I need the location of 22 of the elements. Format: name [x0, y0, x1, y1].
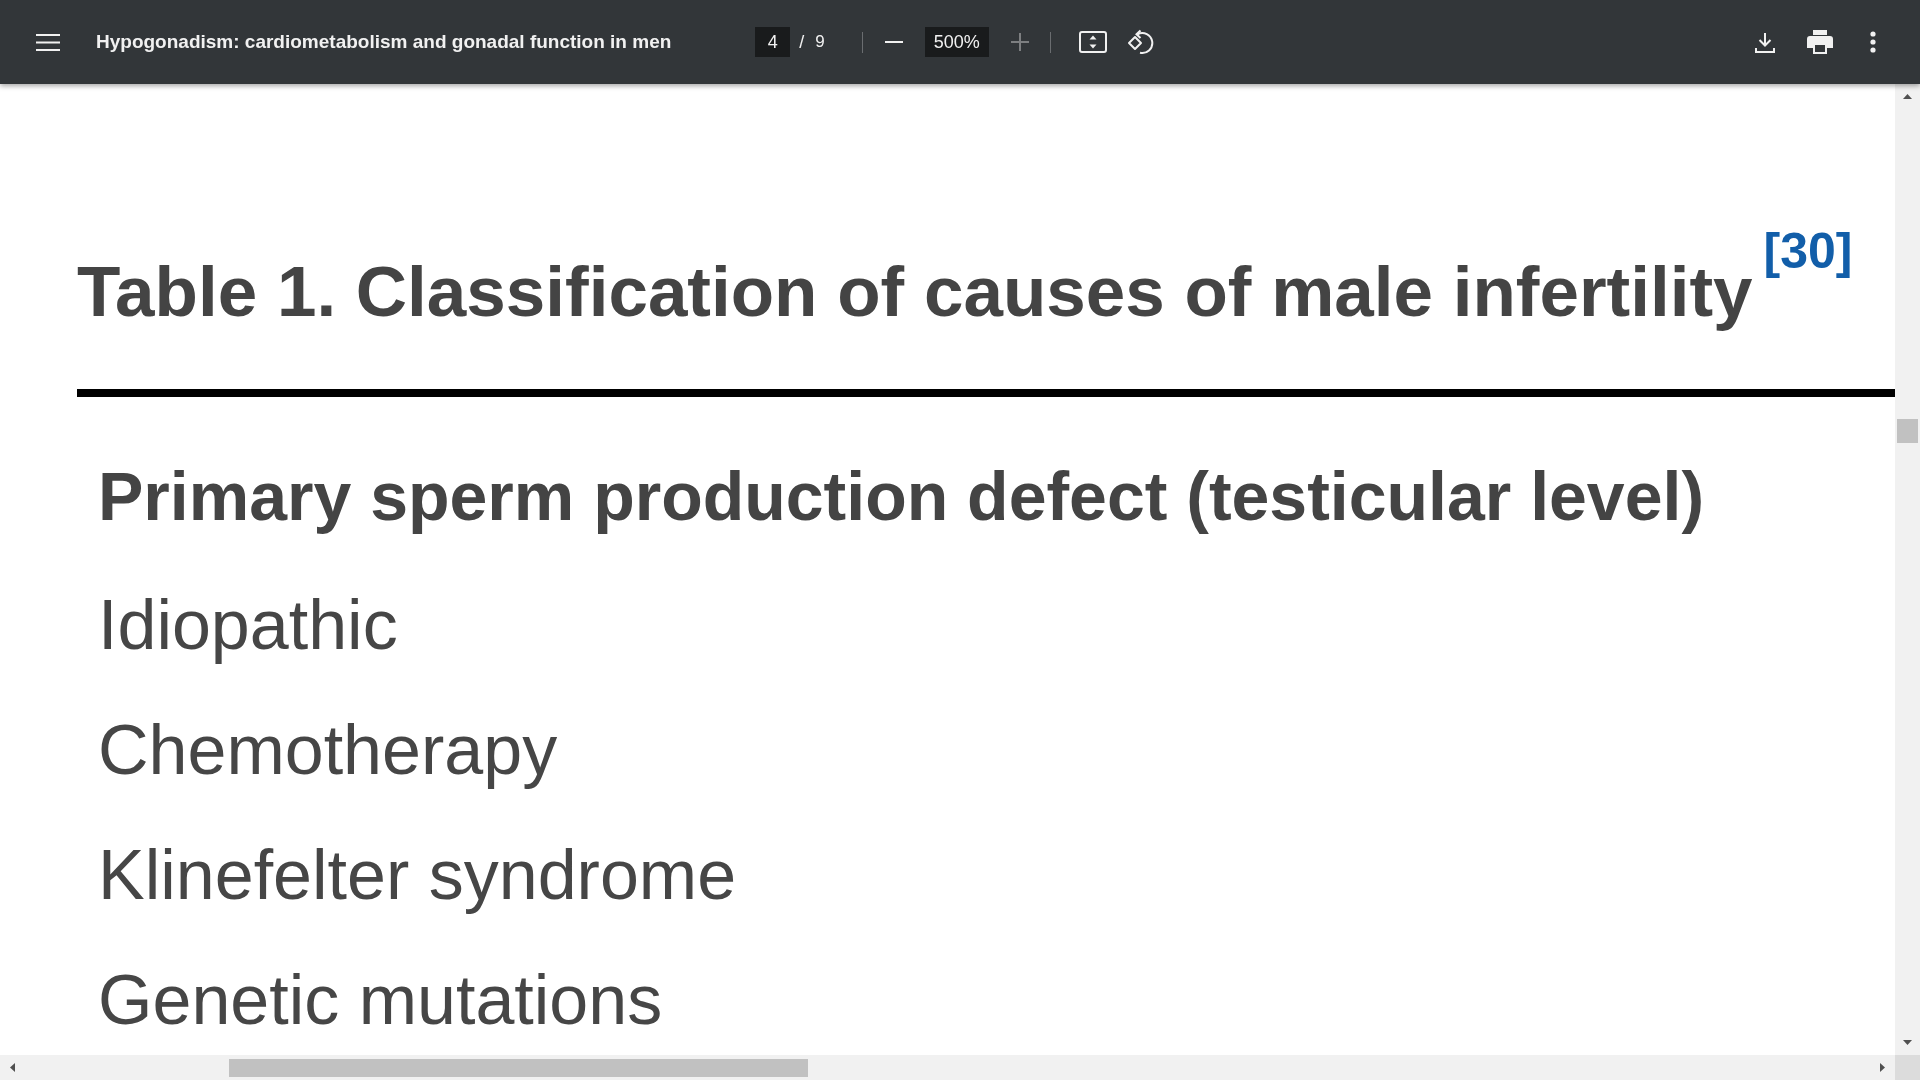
menu-icon[interactable] — [36, 33, 60, 51]
scroll-left-icon[interactable] — [10, 1063, 15, 1072]
scrollbar-thumb[interactable] — [1897, 419, 1918, 443]
page-number-field[interactable]: 4 — [755, 27, 791, 57]
scrollbar-corner — [1895, 1055, 1920, 1080]
reference-link[interactable]: [30] — [1763, 226, 1853, 276]
print-icon[interactable] — [1807, 30, 1833, 54]
scrollbar-thumb[interactable] — [229, 1058, 808, 1077]
horizontal-scrollbar[interactable] — [0, 1055, 1895, 1080]
fit-to-page-icon[interactable] — [1078, 31, 1107, 53]
more-options-icon[interactable] — [1870, 31, 1876, 53]
scroll-right-icon[interactable] — [1880, 1063, 1885, 1072]
scroll-down-icon[interactable] — [1903, 1040, 1912, 1045]
vertical-scrollbar[interactable] — [1895, 84, 1920, 1055]
download-icon[interactable] — [1755, 31, 1775, 53]
zoom-level-field[interactable]: 500% — [924, 27, 989, 57]
scroll-up-icon[interactable] — [1903, 94, 1912, 99]
page-count: 9 — [815, 32, 825, 52]
page-separator: / — [799, 31, 805, 53]
document-title: Hypogonadism: cardiometabolism and gonadal function in men — [96, 31, 672, 53]
cause-item: Genetic mutations — [98, 965, 664, 1035]
rotate-icon[interactable] — [1126, 29, 1154, 55]
